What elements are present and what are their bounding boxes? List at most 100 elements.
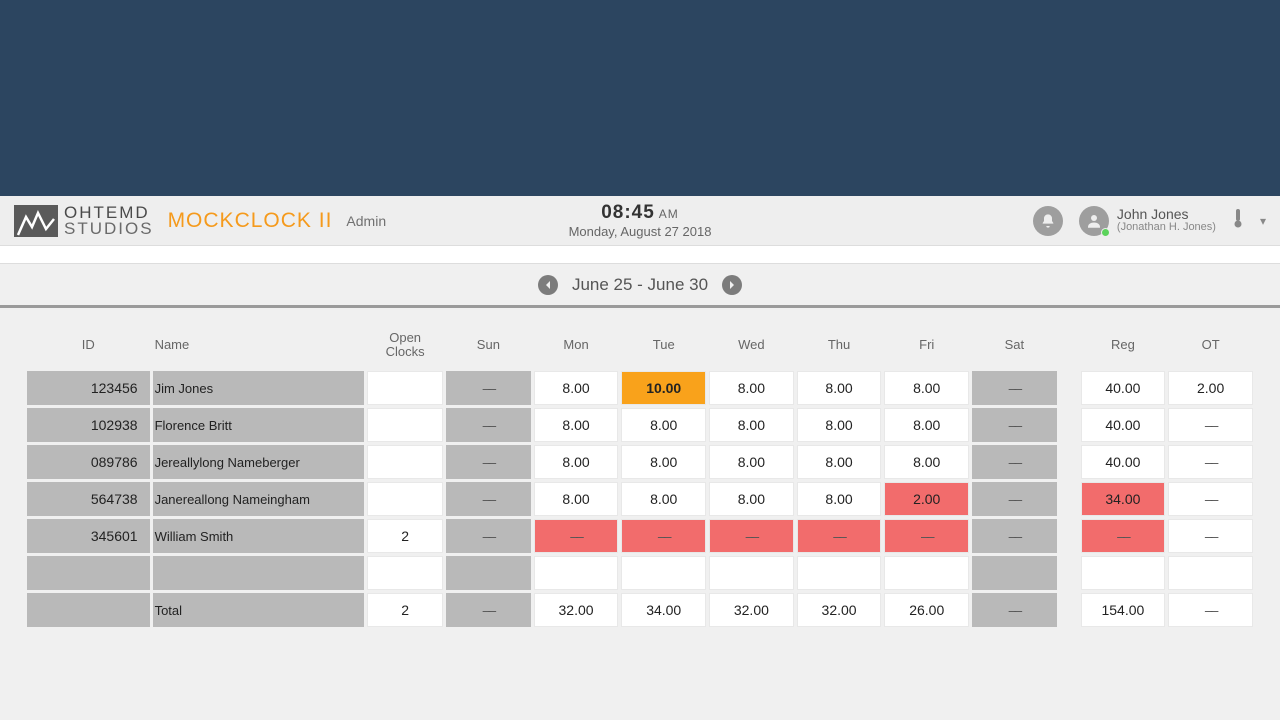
cell-mon[interactable]: 8.00	[534, 408, 619, 442]
cell-tue[interactable]: 8.00	[621, 408, 706, 442]
cell-sat[interactable]: ––	[972, 371, 1057, 405]
col-id: ID	[27, 327, 150, 368]
cell-name[interactable]: Janereallong Nameingham	[153, 482, 365, 516]
total-open[interactable]: 2	[367, 593, 443, 627]
cell-mon[interactable]: 8.00	[534, 482, 619, 516]
total-fri[interactable]: 26.00	[884, 593, 969, 627]
cell-sat[interactable]: ––	[972, 519, 1057, 553]
cell-ot[interactable]: ––	[1168, 519, 1253, 553]
total-sat[interactable]: ––	[972, 593, 1057, 627]
cell-thu[interactable]: 8.00	[797, 482, 882, 516]
table-row: 123456Jim Jones––8.0010.008.008.008.00––…	[27, 371, 1253, 405]
chevron-right-icon	[727, 280, 737, 290]
cell-thu[interactable]: ––	[797, 519, 882, 553]
col-wed: Wed	[709, 327, 794, 368]
cell-id[interactable]: 564738	[27, 482, 150, 516]
cell-ot[interactable]: ––	[1168, 482, 1253, 516]
cell-id[interactable]: 102938	[27, 408, 150, 442]
person-icon	[1085, 212, 1103, 230]
cell-wed[interactable]: 8.00	[709, 408, 794, 442]
cell-tue[interactable]: 10.00	[621, 371, 706, 405]
cell-open-clocks[interactable]	[367, 371, 443, 405]
chevron-down-icon[interactable]: ▾	[1260, 214, 1266, 228]
cell-sun[interactable]: ––	[446, 519, 531, 553]
total-thu[interactable]: 32.00	[797, 593, 882, 627]
user-menu[interactable]: John Jones (Jonathan H. Jones)	[1079, 206, 1216, 236]
col-ot: OT	[1168, 327, 1253, 368]
presence-indicator	[1101, 228, 1110, 237]
table-row: 345601William Smith2––––––––––––––––––	[27, 519, 1253, 553]
next-week-button[interactable]	[722, 275, 742, 295]
cell-reg[interactable]: 40.00	[1081, 408, 1166, 442]
clock-time: 08:45	[601, 202, 655, 223]
col-name: Name	[153, 327, 365, 368]
total-reg[interactable]: 154.00	[1081, 593, 1166, 627]
cell-fri[interactable]: 8.00	[884, 445, 969, 479]
cell-reg[interactable]: ––	[1081, 519, 1166, 553]
cell-sat[interactable]: ––	[972, 408, 1057, 442]
total-ot[interactable]: ––	[1168, 593, 1253, 627]
cell-wed[interactable]: ––	[709, 519, 794, 553]
total-mon[interactable]: 32.00	[534, 593, 619, 627]
cell-sat[interactable]: ––	[972, 445, 1057, 479]
cell-sun[interactable]: ––	[446, 408, 531, 442]
cell-wed[interactable]: 8.00	[709, 445, 794, 479]
cell-name[interactable]: William Smith	[153, 519, 365, 553]
col-sat: Sat	[972, 327, 1057, 368]
col-fri: Fri	[884, 327, 969, 368]
cell-name[interactable]: Jereallylong Nameberger	[153, 445, 365, 479]
brand-text: OHTEMD STUDIOS	[64, 205, 154, 236]
clock-ampm: AM	[659, 207, 679, 221]
cell-thu[interactable]: 8.00	[797, 445, 882, 479]
app-title: MOCKCLOCK II	[168, 209, 333, 233]
cell-open-clocks[interactable]	[367, 445, 443, 479]
timesheet-table-wrap: ID Name Open Clocks Sun Mon Tue Wed Thu …	[0, 308, 1280, 646]
brand-mark-icon	[14, 205, 58, 237]
cell-name[interactable]: Jim Jones	[153, 371, 365, 405]
cell-fri[interactable]: 8.00	[884, 408, 969, 442]
cell-mon[interactable]: 8.00	[534, 371, 619, 405]
total-sun[interactable]: ––	[446, 593, 531, 627]
cell-ot[interactable]: ––	[1168, 445, 1253, 479]
col-open-clocks: Open Clocks	[367, 327, 443, 368]
col-mon: Mon	[534, 327, 619, 368]
cell-tue[interactable]: 8.00	[621, 482, 706, 516]
cell-open-clocks[interactable]	[367, 408, 443, 442]
cell-sun[interactable]: ––	[446, 445, 531, 479]
prev-week-button[interactable]	[538, 275, 558, 295]
cell-fri[interactable]: 8.00	[884, 371, 969, 405]
cell-ot[interactable]: 2.00	[1168, 371, 1253, 405]
cell-wed[interactable]: 8.00	[709, 371, 794, 405]
cell-id[interactable]: 345601	[27, 519, 150, 553]
cell-ot[interactable]: ––	[1168, 408, 1253, 442]
cell-sun[interactable]: ––	[446, 371, 531, 405]
total-tue[interactable]: 34.00	[621, 593, 706, 627]
cell-fri[interactable]: 2.00	[884, 482, 969, 516]
cell-tue[interactable]: ––	[621, 519, 706, 553]
cell-open-clocks[interactable]: 2	[367, 519, 443, 553]
cell-reg[interactable]: 40.00	[1081, 371, 1166, 405]
cell-mon[interactable]: ––	[534, 519, 619, 553]
cell-thu[interactable]: 8.00	[797, 371, 882, 405]
cell-sun[interactable]: ––	[446, 482, 531, 516]
cell-thu[interactable]: 8.00	[797, 408, 882, 442]
cell-tue[interactable]: 8.00	[621, 445, 706, 479]
role-label: Admin	[346, 213, 386, 229]
total-label[interactable]: Total	[153, 593, 365, 627]
cell-id[interactable]: 123456	[27, 371, 150, 405]
brand-logo: OHTEMD STUDIOS	[14, 205, 154, 237]
cell-sat[interactable]: ––	[972, 482, 1057, 516]
cell-id[interactable]: 089786	[27, 445, 150, 479]
cell-wed[interactable]: 8.00	[709, 482, 794, 516]
cell-fri[interactable]: ––	[884, 519, 969, 553]
cell-name[interactable]: Florence Britt	[153, 408, 365, 442]
cell-reg[interactable]: 40.00	[1081, 445, 1166, 479]
total-wed[interactable]: 32.00	[709, 593, 794, 627]
cell-open-clocks[interactable]	[367, 482, 443, 516]
cell-reg[interactable]: 34.00	[1081, 482, 1166, 516]
cell-mon[interactable]: 8.00	[534, 445, 619, 479]
notifications-button[interactable]	[1033, 206, 1063, 236]
thermometer-icon[interactable]	[1232, 208, 1244, 233]
header-clock: 08:45AM Monday, August 27 2018	[569, 202, 712, 239]
table-row-total: Total2––32.0034.0032.0032.0026.00––154.0…	[27, 593, 1253, 627]
